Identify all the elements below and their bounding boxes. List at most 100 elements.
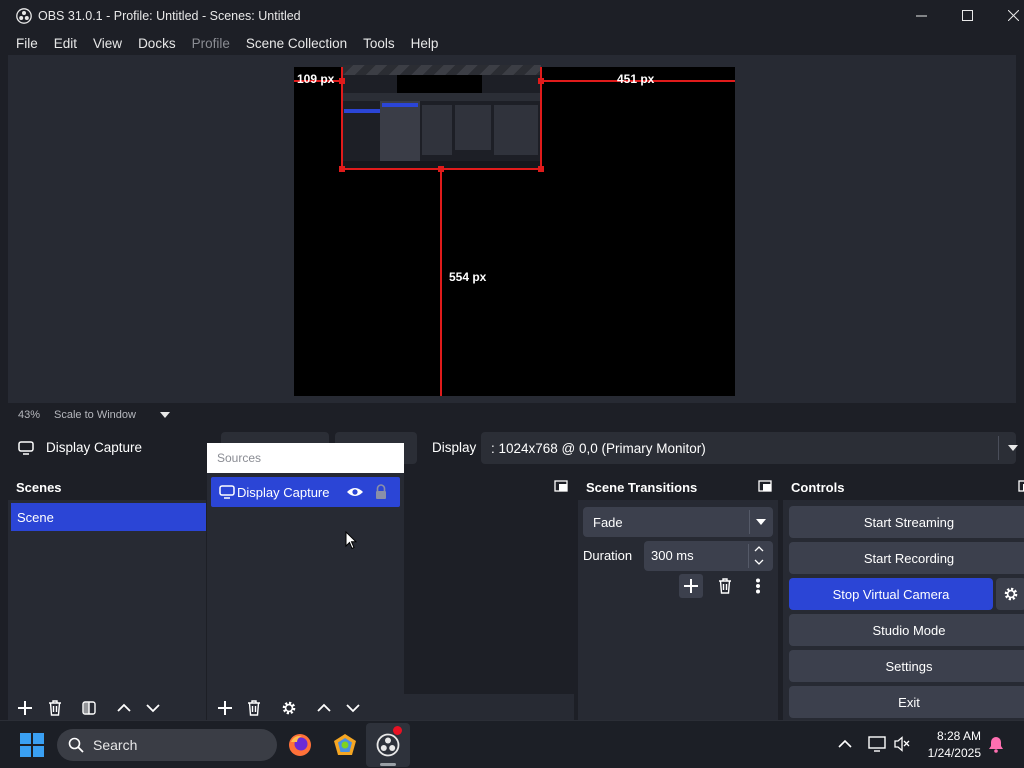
scenes-dock-header: Scenes [8, 474, 206, 500]
source-item-label: Display Capture [237, 485, 330, 500]
preview-canvas[interactable]: 109 px 451 px 554 px [294, 65, 735, 396]
maximize-button[interactable] [944, 0, 990, 31]
display-select-value: : 1024x768 @ 0,0 (Primary Monitor) [491, 441, 706, 456]
lock-icon[interactable] [374, 484, 388, 500]
undock-icon[interactable] [554, 480, 568, 492]
transitions-dock-header: Scene Transitions [578, 474, 778, 500]
virtual-camera-settings-button[interactable] [996, 578, 1024, 610]
settings-button[interactable]: Settings [789, 650, 1024, 682]
menu-scene-collection[interactable]: Scene Collection [238, 36, 355, 51]
scenes-title: Scenes [16, 479, 62, 495]
studio-mode-button[interactable]: Studio Mode [789, 614, 1024, 646]
selection-handles [339, 78, 544, 172]
chevron-down-icon [756, 519, 766, 525]
menu-help[interactable]: Help [403, 36, 447, 51]
scene-item-label: Scene [17, 509, 54, 525]
plus-icon [18, 701, 32, 715]
scale-mode-select[interactable]: Scale to Window [54, 409, 136, 421]
transition-select-value: Fade [593, 515, 623, 530]
network-icon[interactable] [868, 736, 886, 752]
duration-spinbox[interactable]: 300 ms [644, 541, 773, 571]
move-scene-up-button[interactable] [113, 697, 135, 719]
stop-virtual-camera-button[interactable]: Stop Virtual Camera [789, 578, 993, 610]
firefox-icon [289, 734, 311, 756]
display-label: Display [432, 440, 477, 455]
add-source-button[interactable] [214, 697, 236, 719]
windows-start-button[interactable] [20, 733, 44, 757]
move-source-up-button[interactable] [313, 697, 335, 719]
measure-label-bottom: 554 px [449, 270, 487, 284]
chevron-down-icon[interactable] [159, 412, 170, 418]
title-bar: OBS 31.0.1 - Profile: Untitled - Scenes:… [0, 0, 1024, 31]
move-source-down-button[interactable] [342, 697, 364, 719]
add-scene-button[interactable] [14, 697, 36, 719]
trash-icon [719, 578, 731, 594]
source-toolbar: Display Capture Display : 1024x768 @ 0,0… [8, 427, 1024, 470]
preview-area[interactable]: 109 px 451 px 554 px [8, 55, 1016, 403]
more-vertical-icon [756, 578, 760, 594]
audio-mixer-dock [404, 474, 574, 720]
menu-file[interactable]: File [8, 36, 46, 51]
menu-edit[interactable]: Edit [46, 36, 85, 51]
monitor-icon [219, 485, 235, 499]
menu-docks[interactable]: Docks [130, 36, 184, 51]
transition-select[interactable]: Fade [583, 507, 773, 537]
transition-menu-button[interactable] [746, 574, 770, 598]
menu-tools[interactable]: Tools [355, 36, 403, 51]
chevron-up-icon[interactable] [838, 739, 852, 749]
start-streaming-button[interactable]: Start Streaming [789, 506, 1024, 538]
undock-icon[interactable] [1018, 480, 1024, 492]
display-select[interactable]: : 1024x768 @ 0,0 (Primary Monitor) [481, 432, 1018, 464]
eye-icon[interactable] [346, 486, 364, 498]
source-toolbar-name: Display Capture [46, 440, 143, 455]
close-icon [1007, 10, 1019, 21]
remove-transition-button[interactable] [713, 574, 737, 598]
gear-icon [282, 701, 296, 715]
scene-filters-button[interactable] [78, 697, 100, 719]
sources-dock: Sources Display Capture [207, 443, 404, 720]
plus-icon [218, 701, 232, 715]
gear-icon [1004, 587, 1018, 601]
minimize-button[interactable] [898, 0, 944, 31]
chevron-down-icon [146, 704, 160, 713]
sources-title: Sources [217, 451, 262, 465]
volume-muted-icon[interactable] [894, 736, 910, 752]
measure-label-right: 451 px [617, 72, 655, 86]
menu-view[interactable]: View [85, 36, 130, 51]
trash-icon [49, 700, 61, 716]
sources-toolbar [207, 696, 404, 720]
taskbar-obs[interactable] [366, 723, 410, 767]
selection-box [341, 67, 542, 170]
chevron-down-icon [346, 704, 360, 713]
close-button[interactable] [990, 0, 1024, 31]
taskbar-search-box[interactable]: Search [57, 729, 277, 761]
minimize-icon [915, 15, 927, 17]
sources-dock-header[interactable]: Sources [207, 443, 404, 473]
search-icon [68, 737, 84, 753]
maximize-icon [961, 10, 973, 21]
move-scene-down-button[interactable] [142, 697, 164, 719]
add-transition-button[interactable] [679, 574, 703, 598]
duration-label: Duration [583, 548, 633, 563]
chevron-up-icon [317, 703, 331, 712]
remove-source-button[interactable] [243, 697, 265, 719]
trash-icon [248, 700, 260, 716]
undock-icon[interactable] [758, 480, 772, 492]
scene-list-item[interactable]: Scene [11, 503, 206, 531]
controls-title: Controls [791, 479, 845, 495]
source-list-item[interactable]: Display Capture [211, 477, 400, 507]
controls-dock-header: Controls [783, 474, 1024, 500]
source-properties-button[interactable] [278, 697, 300, 719]
scenes-toolbar [8, 696, 206, 720]
clock-time[interactable]: 8:28 AM [925, 729, 981, 743]
start-recording-button[interactable]: Start Recording [789, 542, 1024, 574]
exit-button[interactable]: Exit [789, 686, 1024, 718]
chevron-down-icon[interactable] [754, 559, 764, 566]
menu-profile[interactable]: Profile [184, 36, 238, 51]
chevron-up-icon[interactable] [754, 545, 764, 552]
taskbar-firefox[interactable] [288, 733, 312, 757]
remove-scene-button[interactable] [44, 697, 66, 719]
clock-date[interactable]: 1/24/2025 [919, 746, 981, 760]
taskbar-photos-app[interactable] [333, 733, 357, 757]
notification-bell-icon[interactable] [988, 736, 1004, 753]
